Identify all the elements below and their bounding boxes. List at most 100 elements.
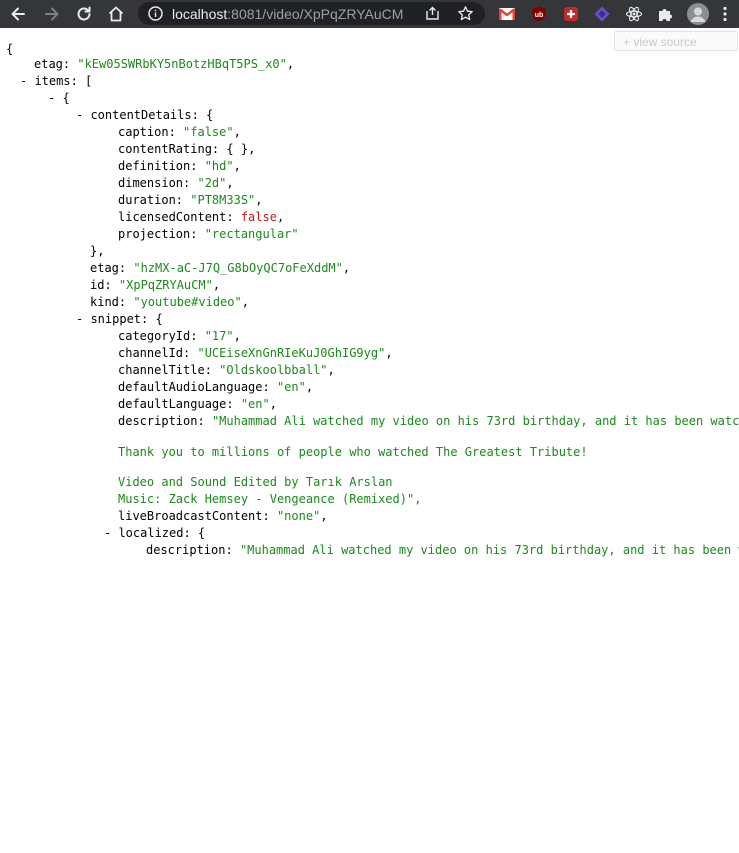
json-key: channelId — [118, 346, 184, 360]
json-object: { } — [226, 142, 249, 156]
json-key: categoryId — [118, 329, 191, 343]
home-icon[interactable] — [106, 4, 126, 24]
json-line-channelid: channelId: "UCEiseXnGnRIeKuJ0GhIG9yg", — [118, 346, 393, 360]
json-string: "none" — [276, 509, 321, 523]
json-key: description — [146, 543, 226, 557]
json-key: etag — [34, 57, 63, 71]
json-string: "rectangular" — [204, 227, 299, 241]
extensions-puzzle-icon[interactable] — [656, 5, 674, 23]
json-key: liveBroadcastContent — [118, 509, 263, 523]
site-info-icon[interactable] — [147, 5, 164, 22]
json-key: channelTitle — [118, 363, 205, 377]
collapse-toggle[interactable]: - — [76, 312, 90, 326]
json-line-etag2: etag: "hzMX-aC-J7Q_G8bOyQC7oFeXddM", — [90, 261, 351, 275]
json-key: description — [118, 414, 198, 428]
json-line-dimension: dimension: "2d", — [118, 176, 234, 190]
json-line-description-4: Music: Zack Hemsey - Vengeance (Remixed)… — [118, 491, 421, 508]
json-punct: }, — [90, 244, 105, 258]
json-line-categoryid: categoryId: "17", — [118, 329, 241, 343]
json-line-items: - items: [ — [20, 73, 92, 90]
json-line-projection: projection: "rectangular" — [118, 227, 299, 241]
json-string: "17" — [204, 329, 234, 343]
url-text: localhost:8081/video/XpPqZRYAuCM — [172, 6, 403, 22]
gmail-icon[interactable] — [498, 5, 516, 23]
reload-icon[interactable] — [74, 4, 94, 24]
json-string: "youtube#video" — [133, 295, 242, 309]
json-string: Video and Sound Edited by Tarık Arslan — [118, 475, 393, 489]
json-line-defaultlanguage: defaultLanguage: "en", — [118, 397, 277, 411]
json-key: id — [90, 278, 105, 292]
json-line-description-2: Thank you to millions of people who watc… — [118, 444, 588, 461]
json-line-item0: - { — [48, 90, 70, 107]
json-line-licensedcontent: licensedContent: false, — [118, 210, 285, 224]
profile-avatar-icon[interactable] — [687, 3, 709, 25]
json-line-kind: kind: "youtube#video", — [90, 295, 249, 309]
json-string: "XpPqZRYAuCM" — [118, 278, 213, 292]
json-line-definition: definition: "hd", — [118, 159, 241, 173]
json-key: contentRating — [118, 142, 212, 156]
bookmark-star-icon[interactable] — [457, 5, 474, 22]
forward-arrow-icon[interactable] — [42, 4, 62, 24]
menu-kebab-icon[interactable] — [718, 5, 732, 23]
back-arrow-icon[interactable] — [8, 4, 28, 24]
json-string: "false" — [183, 125, 234, 139]
browser-toolbar: localhost:8081/video/XpPqZRYAuCM ub — [0, 0, 739, 28]
json-key: definition — [118, 159, 191, 173]
json-line-etag: etag: "kEw05SWRbKY5nBotzHBqT5PS_x0", — [34, 57, 295, 71]
url-host: localhost — [172, 6, 228, 22]
json-key: projection — [118, 227, 191, 241]
json-line-contentdetails: - contentDetails: { — [76, 107, 213, 124]
json-string: "Muhammad Ali watched my video on his 73… — [211, 414, 739, 428]
brace: { — [6, 42, 14, 56]
json-string: "hzMX-aC-J7Q_G8bOyQC7oFeXddM" — [133, 261, 343, 275]
json-string: "Muhammad Ali watched my video on his 73… — [239, 543, 739, 557]
json-key: dimension — [118, 176, 184, 190]
collapse-toggle[interactable]: - { — [48, 91, 70, 105]
share-icon[interactable] — [424, 5, 441, 22]
json-string: "UCEiseXnGnRIeKuJ0GhIG9yg" — [197, 346, 386, 360]
json-line-livebroadcastcontent: liveBroadcastContent: "none", — [118, 509, 328, 523]
url-path: :8081/video/XpPqZRYAuCM — [227, 6, 404, 22]
json-line-snippet: - snippet: { — [76, 311, 163, 328]
ublock-origin-icon[interactable]: ub — [530, 5, 548, 23]
json-string: "2d" — [197, 176, 227, 190]
json-string: Music: Zack Hemsey - Vengeance (Remixed)… — [118, 492, 422, 506]
json-line-channeltitle: channelTitle: "Oldskoolbball", — [118, 363, 335, 377]
json-string: "kEw05SWRbKY5nBotzHBqT5PS_x0" — [77, 57, 287, 71]
json-line-localized: - localized: { — [104, 525, 205, 542]
json-key: kind — [90, 295, 119, 309]
json-line-contentrating: contentRating: { }, — [118, 142, 256, 156]
collapse-toggle[interactable]: - — [104, 526, 118, 540]
collapse-toggle[interactable]: - — [76, 108, 90, 122]
json-key: duration — [118, 193, 176, 207]
json-line-description-3: Video and Sound Edited by Tarık Arslan — [118, 474, 393, 491]
json-key: licensedContent — [118, 210, 227, 224]
json-string: "PT8M33S" — [190, 193, 256, 207]
json-boolean: false — [240, 210, 277, 224]
plus-shield-icon[interactable] — [562, 5, 580, 23]
collapse-toggle[interactable]: - — [20, 74, 34, 88]
view-source-button[interactable]: + view source — [614, 31, 738, 51]
json-line-id: id: "XpPqZRYAuCM", — [90, 278, 221, 292]
json-line-caption: caption: "false", — [118, 125, 241, 139]
json-punct: : { — [183, 526, 206, 540]
json-key: defaultLanguage — [118, 397, 227, 411]
react-devtools-icon[interactable] — [625, 5, 643, 23]
json-key: localized — [118, 526, 184, 540]
json-key: etag — [90, 261, 119, 275]
json-key: defaultAudioLanguage — [118, 380, 263, 394]
json-string: "Oldskoolbball" — [219, 363, 328, 377]
address-bar[interactable]: localhost:8081/video/XpPqZRYAuCM — [138, 2, 485, 25]
json-key: contentDetails — [90, 108, 192, 122]
json-key: items — [34, 74, 71, 88]
json-string: Thank you to millions of people who watc… — [118, 445, 588, 459]
json-key: caption — [118, 125, 169, 139]
json-line-localized-description: description: "Muhammad Ali watched my vi… — [146, 542, 739, 559]
json-open-brace: { — [6, 41, 13, 58]
json-line-duration: duration: "PT8M33S", — [118, 193, 263, 207]
json-line-cd-close: }, — [90, 243, 104, 260]
json-key: snippet — [90, 312, 142, 326]
json-string: "en" — [240, 397, 270, 411]
json-punct: : { — [191, 108, 214, 122]
purple-diamond-icon[interactable] — [593, 5, 611, 23]
